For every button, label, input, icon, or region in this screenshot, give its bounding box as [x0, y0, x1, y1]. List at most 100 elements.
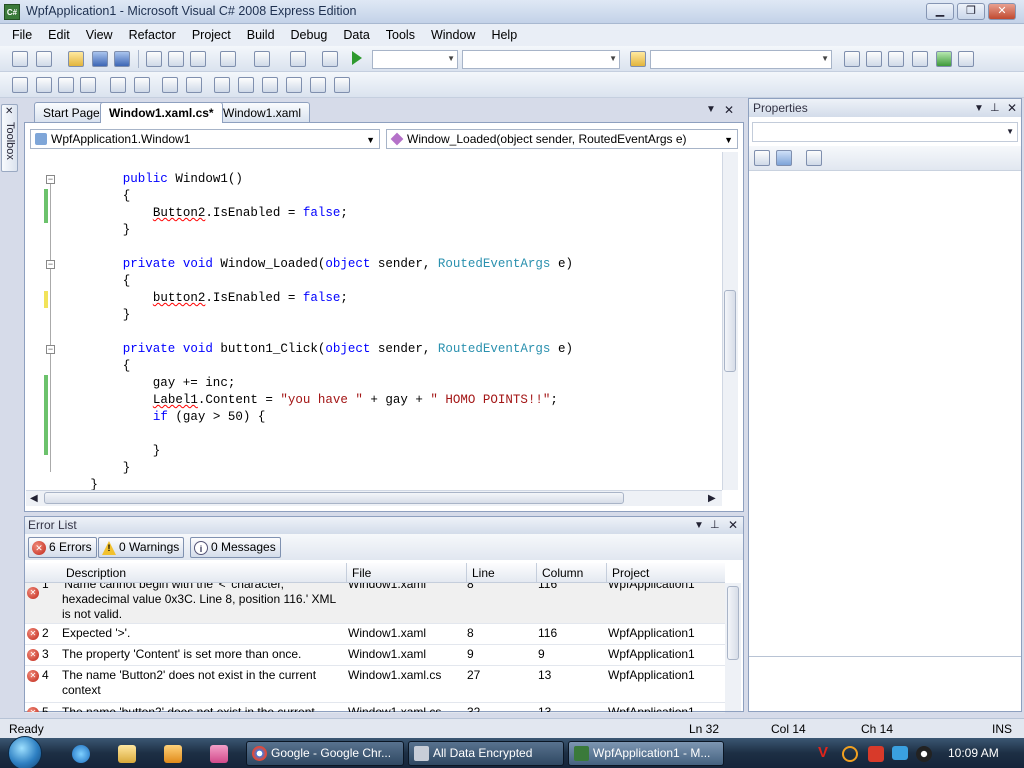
error-row[interactable]: ✕ 5 The name 'button2' does not exist in t… — [25, 703, 725, 713]
error-row[interactable]: ✕ 1 'Name cannot begin with the '<' charac… — [25, 583, 725, 624]
menu-view[interactable]: View — [78, 24, 121, 46]
collapse-region-icon[interactable]: − — [46, 260, 55, 269]
error-list-scroll-thumb[interactable] — [727, 586, 739, 660]
options-icon[interactable] — [958, 51, 974, 67]
properties-window-icon[interactable] — [888, 51, 904, 67]
copy-icon[interactable] — [168, 51, 184, 67]
task-google-chrome[interactable]: Google - Google Chr... — [246, 741, 404, 766]
flag-tray-icon[interactable] — [868, 746, 884, 762]
column-project[interactable]: Project — [612, 566, 649, 580]
navigate-forward-icon[interactable] — [322, 51, 338, 67]
clear-bookmarks-icon[interactable] — [334, 77, 350, 93]
tab-window1-xaml-cs[interactable]: Window1.xaml.cs* — [100, 102, 223, 123]
start-debugging-icon[interactable] — [352, 51, 362, 65]
toolbox-close-icon[interactable]: ✕ — [5, 106, 13, 117]
menu-help[interactable]: Help — [483, 24, 525, 46]
minimize-button[interactable]: ▁ — [926, 3, 954, 20]
search-tray-icon[interactable] — [842, 746, 858, 762]
increase-indent-icon[interactable] — [134, 77, 150, 93]
decrease-indent-icon[interactable] — [110, 77, 126, 93]
paste-icon[interactable] — [190, 51, 206, 67]
code-line[interactable]: { — [123, 188, 131, 205]
column-line[interactable]: Line — [472, 566, 495, 580]
find-icon[interactable] — [844, 51, 860, 67]
code-line[interactable]: button2.IsEnabled = false; — [123, 290, 348, 307]
error-row[interactable]: ✕ 3 The property 'Content' is set more tha… — [25, 645, 725, 666]
start-button[interactable] — [8, 736, 42, 768]
error-row[interactable]: ✕ 4 The name 'Button2' does not exist in t… — [25, 666, 725, 703]
find-combo[interactable]: ▼ — [650, 50, 832, 69]
cut-icon[interactable] — [146, 51, 162, 67]
code-line[interactable]: gay += inc; — [123, 375, 236, 392]
menu-project[interactable]: Project — [184, 24, 239, 46]
previous-bookmark-icon[interactable] — [238, 77, 254, 93]
categorized-icon[interactable] — [754, 150, 770, 166]
app-icon[interactable]: C# — [4, 4, 20, 20]
word-completion-icon[interactable] — [80, 77, 96, 93]
error-list-pin-icon[interactable]: ⊥ — [710, 518, 720, 531]
menu-build[interactable]: Build — [239, 24, 283, 46]
add-item-icon[interactable] — [36, 51, 52, 67]
tab-window1-xaml[interactable]: Window1.xaml — [214, 102, 311, 122]
alphabetical-icon[interactable] — [776, 150, 792, 166]
menu-data[interactable]: Data — [335, 24, 377, 46]
editor-vertical-scroll-thumb[interactable] — [724, 290, 736, 372]
solution-config-combo[interactable]: ▼ — [372, 50, 458, 69]
navigate-backward-icon[interactable] — [290, 51, 306, 67]
solution-platform-combo[interactable]: ▼ — [462, 50, 620, 69]
menu-refactor[interactable]: Refactor — [121, 24, 184, 46]
internet-explorer-icon[interactable] — [72, 745, 90, 763]
properties-pin-icon[interactable]: ⊥ — [990, 101, 1000, 114]
code-line[interactable]: { — [123, 358, 131, 375]
new-project-icon[interactable] — [12, 51, 28, 67]
next-bookmark-folder-icon[interactable] — [310, 77, 326, 93]
collapse-region-icon[interactable]: − — [46, 175, 55, 184]
next-bookmark-icon[interactable] — [262, 77, 278, 93]
find-in-files-icon[interactable] — [630, 51, 646, 67]
properties-close-icon[interactable]: ✕ — [1007, 101, 1017, 115]
messages-filter-button[interactable]: i 0 Messages — [190, 537, 281, 558]
code-line[interactable]: Label1.Content = "you have " + gay + " H… — [123, 392, 558, 409]
folder-icon[interactable] — [118, 745, 136, 763]
close-button[interactable]: ✕ — [988, 3, 1016, 20]
tab-start-page[interactable]: Start Page — [34, 102, 109, 122]
error-list-close-icon[interactable]: ✕ — [728, 518, 738, 532]
task-wpfapplication1[interactable]: WpfApplication1 - M... — [568, 741, 724, 766]
uncomment-lines-icon[interactable] — [186, 77, 202, 93]
save-all-icon[interactable] — [114, 51, 130, 67]
scroll-right-icon[interactable]: ▶ — [708, 493, 716, 504]
errors-filter-button[interactable]: ✕ 6 Errors — [28, 537, 97, 558]
menu-debug[interactable]: Debug — [283, 24, 336, 46]
redo-icon[interactable] — [254, 51, 270, 67]
code-text-area[interactable] — [26, 152, 724, 490]
code-line[interactable]: public Window1() — [123, 171, 243, 188]
active-files-chevron-icon[interactable]: ▼ — [706, 104, 716, 115]
warnings-filter-button[interactable]: ! 0 Warnings — [98, 537, 185, 558]
previous-bookmark-folder-icon[interactable] — [286, 77, 302, 93]
undo-icon[interactable] — [220, 51, 236, 67]
code-line[interactable]: { — [123, 273, 131, 290]
code-line[interactable]: } — [123, 443, 161, 460]
menu-edit[interactable]: Edit — [40, 24, 78, 46]
column-description[interactable]: Description — [66, 566, 126, 580]
code-line[interactable]: } — [123, 307, 131, 324]
task-all-data-encrypted[interactable]: All Data Encrypted — [408, 741, 564, 766]
editor-horizontal-scroll-thumb[interactable] — [44, 492, 624, 504]
code-line[interactable]: Button2.IsEnabled = false; — [123, 205, 348, 222]
start-page-icon[interactable] — [936, 51, 952, 67]
scroll-left-icon[interactable]: ◀ — [30, 493, 38, 504]
error-row[interactable]: ✕ 2 Expected '>'. Window1.xaml 8 116 WpfApplic… — [25, 624, 725, 645]
taskbar-clock[interactable]: 10:09 AM — [948, 746, 999, 760]
column-column[interactable]: Column — [542, 566, 583, 580]
quick-info-icon[interactable] — [58, 77, 74, 93]
class-combo[interactable]: WpfApplication1.Window1 ▼ — [30, 129, 380, 149]
code-line[interactable]: private void Window_Loaded(object sender… — [123, 256, 573, 273]
code-line[interactable]: } — [123, 222, 131, 239]
properties-menu-chevron-icon[interactable]: ▼ — [974, 103, 984, 114]
volume-tray-icon[interactable] — [916, 746, 932, 762]
column-file[interactable]: File — [352, 566, 371, 580]
collapse-region-icon[interactable]: − — [46, 345, 55, 354]
toggle-bookmark-icon[interactable] — [214, 77, 230, 93]
network-tray-icon[interactable] — [892, 746, 908, 760]
member-combo[interactable]: Window_Loaded(object sender, RoutedEvent… — [386, 129, 738, 149]
